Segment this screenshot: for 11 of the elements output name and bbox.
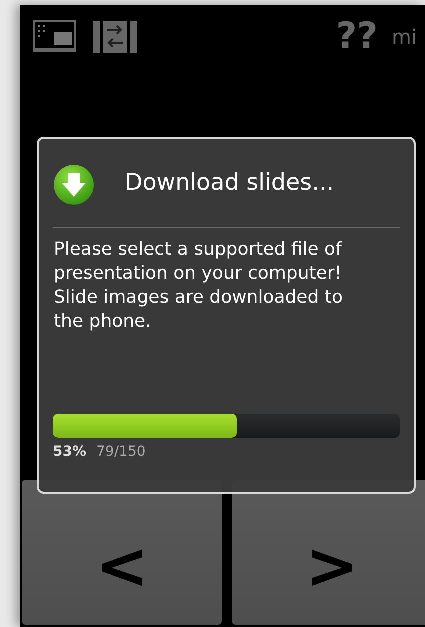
time-unit: mi [392,25,417,49]
dialog-message: Please select a supported file of presentation on your computer! Slide images are downloaded to the phone. [53,238,344,334]
nav-button[interactable]: > [232,480,425,625]
swap-arrows-icon[interactable] [93,20,139,54]
nav-button[interactable]: < [22,480,222,625]
download-icon [53,164,95,206]
dialog-title: Download slides... [125,170,334,196]
time-value: ?? [336,17,378,57]
progress-count: 79/150 [96,444,146,460]
progress-percent: 53% [53,444,87,460]
window-icon[interactable] [33,20,79,54]
